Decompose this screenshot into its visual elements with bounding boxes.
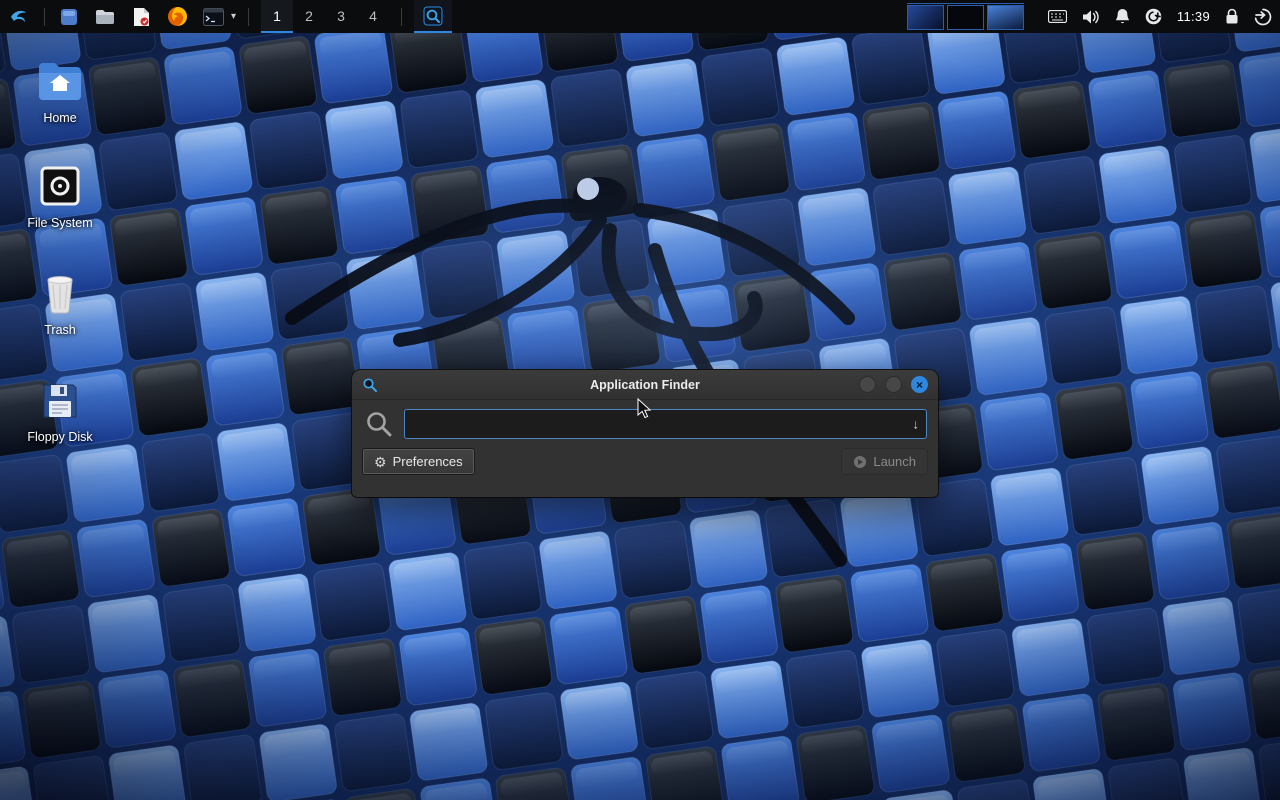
panel-separator <box>248 8 249 26</box>
desktop-icon-trash[interactable]: Trash <box>12 268 108 337</box>
system-tray: 11:39 <box>1048 8 1272 26</box>
launch-icon <box>853 455 867 469</box>
task-thumbnail[interactable] <box>947 5 984 30</box>
desktop-icon-label: Floppy Disk <box>27 430 92 444</box>
search-input[interactable] <box>404 409 927 439</box>
search-entry: ↓ <box>404 409 927 439</box>
panel-task-thumbnails[interactable] <box>907 3 1024 30</box>
appfinder-window-icon <box>362 377 378 393</box>
launch-label: Launch <box>873 454 916 469</box>
workspace-4[interactable]: 4 <box>357 0 389 33</box>
trash-icon <box>40 268 80 314</box>
gear-icon: ⚙ <box>374 455 387 469</box>
window-title: Application Finder <box>352 378 938 392</box>
filesystem-drive-icon <box>39 161 81 207</box>
notifications-bell-icon[interactable] <box>1115 8 1130 25</box>
kali-menu-icon[interactable] <box>8 5 32 29</box>
desktop-icon-home[interactable]: Home <box>12 56 108 125</box>
lock-screen-icon[interactable] <box>1225 8 1239 25</box>
maximize-button[interactable] <box>885 376 902 393</box>
launch-button[interactable]: Launch <box>841 448 928 475</box>
dropdown-arrow-icon[interactable]: ↓ <box>913 417 920 432</box>
taskbar-appfinder-icon[interactable] <box>414 0 452 33</box>
desktop-icon-label: File System <box>27 216 92 230</box>
search-icon <box>365 410 393 438</box>
close-button[interactable]: × <box>911 376 928 393</box>
desktop-icon-label: Trash <box>44 323 76 337</box>
panel-separator <box>401 8 402 26</box>
logout-power-icon[interactable] <box>1254 8 1272 26</box>
task-thumbnail[interactable] <box>907 5 944 30</box>
titlebar[interactable]: Application Finder × <box>352 370 938 400</box>
keyboard-layout-icon[interactable] <box>1048 10 1067 23</box>
task-thumbnail[interactable] <box>987 5 1024 30</box>
terminal-icon[interactable] <box>201 5 225 29</box>
file-manager-folder-icon[interactable] <box>93 5 117 29</box>
workspace-switcher: 1 2 3 4 <box>261 0 389 33</box>
files-app-icon[interactable] <box>57 5 81 29</box>
top-panel: ▾ 1 2 3 4 11:39 <box>0 0 1280 33</box>
status-update-icon[interactable] <box>1145 8 1162 25</box>
application-finder-window: Application Finder × ↓ ⚙ Preferences <box>352 370 938 497</box>
panel-separator <box>44 8 45 26</box>
preferences-button[interactable]: ⚙ Preferences <box>362 448 475 475</box>
desktop-icon-filesystem[interactable]: File System <box>12 161 108 230</box>
workspace-1[interactable]: 1 <box>261 0 293 33</box>
minimize-button[interactable] <box>859 376 876 393</box>
chevron-down-icon[interactable]: ▾ <box>231 11 236 22</box>
desktop-icon-floppy[interactable]: Floppy Disk <box>12 375 108 444</box>
workspace-3[interactable]: 3 <box>325 0 357 33</box>
desktop-icon-label: Home <box>43 111 76 125</box>
preferences-label: Preferences <box>393 454 463 469</box>
floppy-disk-icon <box>40 375 80 421</box>
clock[interactable]: 11:39 <box>1177 9 1210 24</box>
volume-icon[interactable] <box>1082 9 1100 25</box>
workspace-2[interactable]: 2 <box>293 0 325 33</box>
firefox-icon[interactable] <box>165 5 189 29</box>
home-folder-icon <box>37 56 83 102</box>
text-editor-icon[interactable] <box>129 5 153 29</box>
